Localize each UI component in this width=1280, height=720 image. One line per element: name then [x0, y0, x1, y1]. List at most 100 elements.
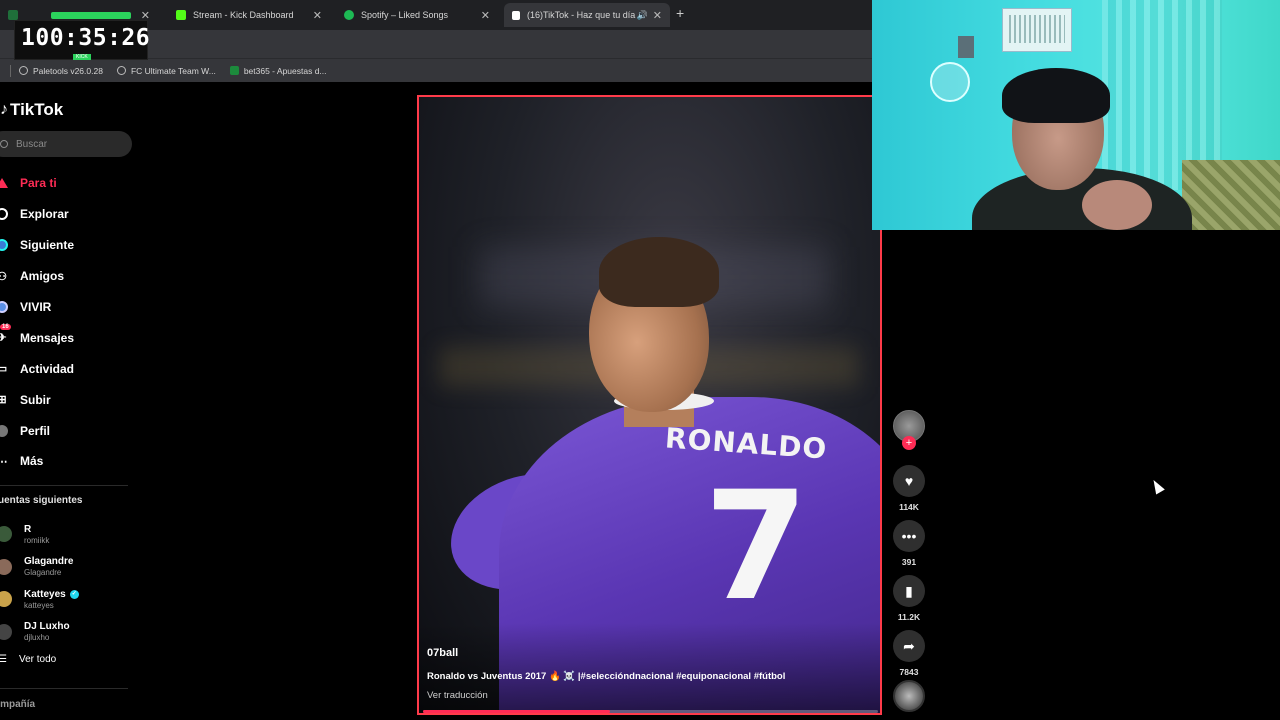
share-button[interactable]: ➦ 7843 [893, 630, 925, 677]
friends-icon: ⚇ [0, 270, 7, 283]
avatar [0, 591, 12, 608]
comment-button[interactable]: ••• 391 [893, 520, 925, 567]
air-conditioner [1002, 8, 1072, 52]
sidebar-item-label: VIVIR [20, 300, 52, 314]
tiktok-logo[interactable]: ♪ TikTok [0, 100, 63, 120]
like-button[interactable]: ♥ 114K [893, 465, 925, 512]
audio-playing-icon[interactable]: 🔊 [637, 10, 648, 21]
tab-spotify[interactable]: Spotify – Liked Songs ✕ [336, 3, 498, 27]
sidebar-item-label: Amigos [20, 269, 65, 284]
close-tab-icon[interactable]: ✕ [481, 9, 490, 22]
tiktok-logo-icon: ♪ [0, 101, 8, 118]
streamer-hand [1082, 180, 1152, 230]
avatar [0, 526, 12, 543]
share-count: 7843 [899, 667, 919, 677]
kick-favicon-icon [176, 10, 186, 20]
following-name: DJ Luxho [24, 621, 70, 633]
verified-badge-icon: ✓ [69, 589, 79, 599]
sidebar-item-amigos[interactable]: ⚇ Amigos [0, 261, 74, 292]
video-caption: Ronaldo vs Juventus 2017 🔥 ☠️ |#selecció… [427, 671, 786, 682]
following-item[interactable]: R romiikk [0, 518, 79, 551]
sidebar-item-label: Siguiente [20, 238, 75, 253]
compass-icon [0, 208, 8, 221]
search-icon [0, 140, 8, 148]
see-all-label: Ver todo [18, 654, 57, 665]
music-disc-icon[interactable] [893, 680, 925, 712]
sidebar-item-siguiente[interactable]: Siguiente [0, 230, 74, 261]
sidebar-item-label: Para ti [20, 176, 57, 191]
tab-title: (16)TikTok - Haz que tu día [527, 10, 636, 20]
search-placeholder: Buscar [16, 138, 48, 150]
profile-icon [0, 424, 8, 437]
heart-icon: ♥ [893, 465, 925, 497]
sidebar-item-label: Más [20, 454, 44, 469]
sidebar-item-vivir[interactable]: VIVIR [0, 292, 74, 323]
sidebar-nav: Para ti Explorar Siguiente ⚇ Amigos VIVI… [0, 168, 74, 477]
tab-kick-dashboard[interactable]: Stream - Kick Dashboard ✕ [168, 3, 330, 27]
bookmark-label: FC Ultimate Team W... [130, 65, 216, 76]
video-author[interactable]: 07ball [427, 647, 458, 659]
search-input[interactable]: Buscar [0, 131, 132, 157]
video-progress-bar[interactable] [423, 710, 878, 713]
wall-picture [958, 36, 974, 58]
live-icon [0, 301, 8, 313]
following-handle: katteyes [24, 600, 54, 610]
company-section-title[interactable]: ompañía [0, 699, 35, 710]
bookmark-separator [10, 64, 11, 77]
jersey-number: 7 [704, 460, 809, 634]
sidebar-item-para-ti[interactable]: Para ti [0, 168, 74, 199]
tab-title: Spotify – Liked Songs [361, 10, 449, 20]
tiktok-favicon-icon [512, 10, 520, 20]
upload-icon: ⊞ [0, 394, 7, 407]
see-translation-link[interactable]: Ver traducción [427, 690, 488, 701]
follow-plus-icon[interactable]: + [902, 436, 916, 450]
bookmark-paletools[interactable]: Paletools v26.0.28 [19, 66, 103, 76]
stream-timer: 100:35:26 KICK [14, 12, 151, 60]
more-icon: ⋯ [0, 455, 8, 468]
share-arrow-icon: ➦ [893, 630, 925, 662]
sidebar-item-perfil[interactable]: Perfil [0, 415, 74, 446]
sidebar-item-label: Subir [20, 392, 51, 407]
following-item[interactable]: Katteyes ✓ katteyes [0, 583, 79, 616]
sidebar-item-mas[interactable]: ⋯ Más [0, 446, 74, 477]
following-handle: Glagandre [24, 568, 62, 578]
like-count: 114K [899, 502, 919, 512]
following-name: Glagandre [24, 556, 74, 568]
tab-title: Stream - Kick Dashboard [193, 10, 294, 20]
sidebar-item-mensajes[interactable]: ✈ 16 Mensajes [0, 322, 74, 353]
divider [0, 688, 128, 689]
comment-icon: ••• [893, 520, 925, 552]
sidebar-item-label: Mensajes [20, 330, 75, 345]
new-tab-button[interactable]: + [676, 5, 684, 21]
following-item[interactable]: Glagandre Glagandre [0, 551, 79, 584]
following-handle: djluxho [24, 633, 50, 643]
home-icon [0, 178, 8, 189]
see-all-button[interactable]: ☰ Ver todo [0, 654, 56, 665]
player-hair [599, 237, 719, 307]
globe-icon [116, 66, 126, 75]
video-player[interactable]: RONALDO 7 07ball Ronaldo vs Juventus 201… [417, 95, 882, 715]
following-list: R romiikk Glagandre Glagandre Katteyes ✓… [0, 518, 79, 648]
save-button[interactable]: ▮ 11.2K [893, 575, 925, 622]
sidebar-item-label: Perfil [20, 423, 51, 438]
bookmark-icon: ▮ [893, 575, 925, 607]
sidebar-item-explorar[interactable]: Explorar [0, 199, 74, 230]
avatar [0, 623, 12, 640]
following-item[interactable]: DJ Luxho djluxho [0, 616, 79, 649]
bedspread [1182, 160, 1280, 230]
close-tab-icon[interactable]: ✕ [653, 9, 662, 22]
bookmark-bet365[interactable]: bet365 - Apuestas d... [229, 66, 327, 76]
spotify-favicon-icon [344, 10, 354, 20]
tab-tiktok[interactable]: (16)TikTok - Haz que tu día 🔊 ✕ [504, 3, 670, 27]
following-name: R [24, 523, 32, 535]
wall-decoration [930, 62, 970, 102]
kick-favicon-icon [8, 10, 18, 20]
sidebar-item-subir[interactable]: ⊞ Subir [0, 384, 74, 415]
following-accounts-title: uentas siguientes [0, 495, 83, 506]
sidebar-item-actividad[interactable]: ▭ Actividad [0, 353, 74, 384]
timer-value: 100:35:26 [21, 25, 151, 51]
bookmark-fc-ultimate-team[interactable]: FC Ultimate Team W... [116, 65, 216, 76]
close-tab-icon[interactable]: ✕ [313, 9, 322, 22]
messages-icon: ✈ [0, 332, 7, 345]
globe-icon [19, 66, 28, 75]
